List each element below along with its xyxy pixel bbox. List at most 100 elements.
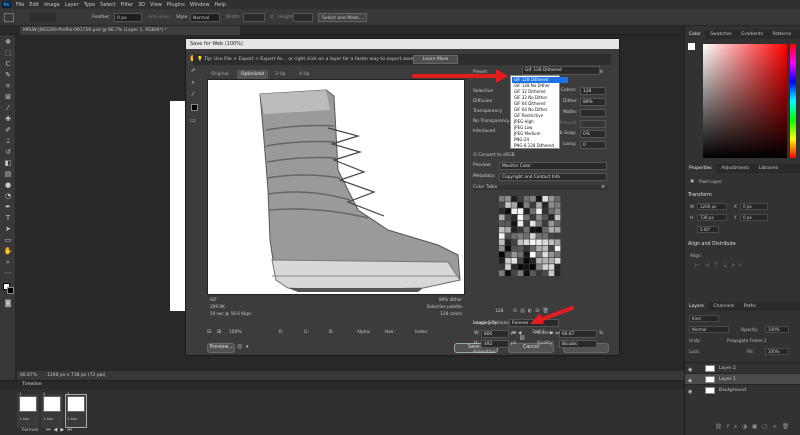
hue-slider[interactable]: [790, 44, 796, 158]
preset-option[interactable]: JPEG High: [512, 119, 568, 125]
tab-libraries[interactable]: Libraries: [755, 164, 782, 173]
matte-select[interactable]: [580, 109, 606, 117]
menu-file[interactable]: File: [16, 2, 24, 8]
eraser-tool-icon[interactable]: ◧: [3, 159, 13, 168]
tab-layers[interactable]: Layers: [685, 302, 708, 311]
preset-option[interactable]: JPEG Medium: [512, 131, 568, 137]
layer-kind-filter[interactable]: Kind: [689, 315, 719, 322]
menu-edit[interactable]: Edit: [29, 2, 39, 8]
more-tools-icon[interactable]: ⋯: [3, 269, 13, 278]
layer-row-layer-1[interactable]: ◉ Layer 1: [685, 373, 800, 384]
blur-tool-icon[interactable]: ●: [3, 181, 13, 190]
tab-4-up[interactable]: 4-Up: [295, 70, 314, 79]
tab-properties[interactable]: Properties: [685, 164, 716, 173]
preset-dropdown-list[interactable]: GIF 128 Dithered GIF 128 No Dither GIF 3…: [510, 75, 568, 149]
transform-x-input[interactable]: 0 px: [740, 203, 768, 210]
height-input[interactable]: 492: [481, 340, 509, 348]
transform-y-input[interactable]: 0 px: [740, 214, 768, 221]
status-arrow-icon[interactable]: >: [99, 371, 103, 380]
eyedropper-tool-icon[interactable]: ⁄: [188, 90, 198, 99]
opacity-input[interactable]: 100%: [765, 326, 789, 333]
tab-adjustments[interactable]: Adjustments: [717, 164, 753, 173]
path-select-icon[interactable]: ➤: [3, 225, 13, 234]
align-distribute-header[interactable]: Align and Distribute: [688, 242, 736, 247]
visibility-eye-icon[interactable]: ◉: [688, 387, 692, 398]
preset-option[interactable]: GIF 128 No Dither: [512, 83, 568, 89]
pen-tool-icon[interactable]: ✒: [3, 203, 13, 212]
preset-select[interactable]: GIF 128 Dithered: [522, 66, 600, 75]
frame-3-delay[interactable]: 1 sec.: [67, 416, 78, 421]
color-fg-swatch[interactable]: [688, 43, 695, 50]
preset-option[interactable]: GIF 64 Dithered: [512, 101, 568, 107]
rectangle-tool-icon[interactable]: ▭: [3, 236, 13, 245]
preset-option[interactable]: JPEG Low: [512, 125, 568, 131]
menu-filter[interactable]: Filter: [121, 2, 133, 8]
zoom-tool-icon[interactable]: ⌕: [3, 258, 13, 267]
marquee-tool-icon[interactable]: [4, 13, 14, 22]
frame-tool-icon[interactable]: ⊠: [3, 93, 13, 102]
timeline-loop-select[interactable]: Forever: [22, 428, 39, 433]
menu-window[interactable]: Window: [190, 2, 210, 8]
transform-w-input[interactable]: 1200 px: [697, 203, 727, 210]
menu-select[interactable]: Select: [100, 2, 115, 8]
preset-option[interactable]: GIF 64 No Dither: [512, 107, 568, 113]
quick-select-tool-icon[interactable]: ✎: [3, 71, 13, 80]
menu-help[interactable]: Help: [215, 2, 226, 8]
tab-gradients[interactable]: Gradients: [737, 30, 767, 39]
preview-mode-select[interactable]: Monitor Color: [499, 162, 607, 170]
eyedropper-color-swatch[interactable]: [191, 104, 198, 111]
transform-header[interactable]: Transform: [688, 193, 712, 198]
layer-name[interactable]: Background: [719, 385, 746, 396]
transparency-checkbox[interactable]: Transparency: [473, 109, 502, 114]
frame-2-delay[interactable]: 1 sec.: [43, 416, 54, 421]
color-table-menu-icon[interactable]: ≡: [601, 184, 605, 190]
status-zoom[interactable]: 66.67%: [20, 371, 37, 380]
animation-playback-controls[interactable]: ⏮◀: [512, 330, 523, 336]
eyedropper-tool-icon[interactable]: ⁄: [3, 104, 13, 113]
select-and-mask-button[interactable]: Select and Mask...: [318, 13, 368, 22]
browser-icon[interactable]: ◎: [237, 343, 242, 350]
toggle-slices-icon[interactable]: ▭: [188, 116, 198, 125]
slice-select-tool-icon[interactable]: ➚: [188, 66, 198, 75]
interlaced-checkbox[interactable]: Interlaced: [473, 129, 495, 134]
zoom-out-icon[interactable]: ⊟: [207, 329, 211, 335]
colors-input[interactable]: 128: [580, 87, 606, 95]
menu-type[interactable]: Type: [84, 2, 95, 8]
propagate-frame-checkbox[interactable]: Propagate Frame 1: [727, 338, 767, 343]
preset-option[interactable]: PNG-8 128 Dithered: [512, 143, 568, 149]
tab-color[interactable]: Color: [685, 30, 705, 39]
layer-footer-buttons[interactable]: ⛓fx◑▣▢+🗑: [685, 424, 800, 435]
tab-channels[interactable]: Channels: [709, 302, 738, 311]
percent-input[interactable]: 66.67: [559, 330, 597, 338]
layer-row-background[interactable]: ◉ Background: [685, 384, 800, 395]
type-tool-icon[interactable]: T: [3, 214, 13, 223]
quick-mask-icon[interactable]: ◙: [3, 299, 13, 308]
transform-h-input[interactable]: 738 px: [697, 214, 727, 221]
web-snap-input[interactable]: 0%: [580, 130, 606, 138]
hand-tool-icon[interactable]: ✋: [3, 247, 13, 256]
clone-stamp-icon[interactable]: ⊥: [3, 137, 13, 146]
layer-row-layer-2[interactable]: ◉ Layer 2: [685, 362, 800, 373]
width-input[interactable]: 800: [481, 330, 509, 338]
menu-layer[interactable]: Layer: [65, 2, 79, 8]
style-select[interactable]: Normal: [190, 13, 220, 22]
color-table-grid[interactable]: [499, 196, 563, 278]
brush-tool-icon[interactable]: ✐: [3, 126, 13, 135]
align-buttons[interactable]: ⊢⊣⊤⊥⊧⊦: [695, 262, 746, 269]
dodge-tool-icon[interactable]: ◔: [3, 192, 13, 201]
timeline-playback-controls[interactable]: ⏮◀▶⏭: [46, 427, 75, 433]
tab-2-up[interactable]: 2-Up: [271, 70, 290, 79]
menu-3d[interactable]: 3D: [138, 2, 145, 8]
transform-angle-input[interactable]: 0.00°: [697, 226, 719, 233]
background-color-swatch[interactable]: [7, 287, 14, 294]
preset-option[interactable]: PNG-24: [512, 137, 568, 143]
menu-plugins[interactable]: Plugins: [167, 2, 185, 8]
tab-patterns[interactable]: Patterns: [769, 30, 796, 39]
animation-next-controls[interactable]: ▶⏭: [550, 330, 561, 336]
menu-image[interactable]: Image: [44, 2, 60, 8]
preview-button[interactable]: Preview...: [207, 343, 235, 353]
optimized-preview[interactable]: [207, 79, 465, 295]
tab-paths[interactable]: Paths: [740, 302, 760, 311]
width-input[interactable]: [243, 13, 265, 22]
dither-input[interactable]: 89%: [580, 98, 606, 106]
